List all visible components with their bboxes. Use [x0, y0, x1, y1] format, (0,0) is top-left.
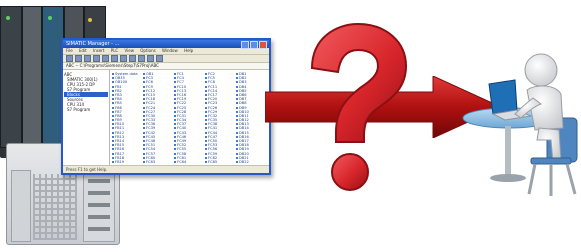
menu-item-plc[interactable]: PLC — [111, 48, 118, 53]
download-icon[interactable] — [120, 55, 127, 62]
status-bar: Press F1 to get Help. — [63, 165, 269, 173]
menu-bar: File Edit Insert PLC View Options Window… — [63, 48, 269, 55]
terminal-strip — [88, 227, 110, 231]
window-panes: ABC SIMATIC 300(1) CPU 315-2 DP S7 Program B… — [63, 70, 269, 165]
terminal-strip — [88, 179, 110, 183]
minimize-button[interactable] — [241, 41, 249, 49]
list-item[interactable]: DB22 — [236, 160, 267, 164]
copy-icon[interactable] — [102, 55, 109, 62]
save-icon[interactable] — [84, 55, 91, 62]
status-led — [6, 16, 10, 20]
help-icon[interactable] — [156, 55, 163, 62]
menu-item-edit[interactable]: Edit — [79, 48, 87, 53]
menu-item-window[interactable]: Window — [162, 48, 178, 53]
plc-side-panel — [11, 170, 31, 242]
window-controls — [241, 41, 267, 49]
view-icon[interactable] — [147, 55, 154, 62]
window-title-bar: SIMATIC Manager - ... — [63, 40, 269, 49]
menu-item-insert[interactable]: Insert — [93, 48, 104, 53]
desk-base — [490, 174, 526, 182]
rack-module — [22, 6, 42, 148]
new-icon[interactable] — [66, 55, 73, 62]
menu-item-options[interactable]: Options — [140, 48, 155, 53]
project-tree: ABC SIMATIC 300(1) CPU 315-2 DP S7 Program B… — [63, 70, 110, 165]
window-title: SIMATIC Manager - ... — [66, 41, 120, 47]
project-path-bar: ABC -- C:\Programs\Siemens\Step7\S7Proj\… — [63, 63, 269, 70]
simatic-manager-window: SIMATIC Manager - ... File Edit Insert P… — [61, 38, 271, 175]
list-item[interactable]: FC65 — [205, 160, 236, 164]
chair-seat — [530, 157, 572, 165]
block-list: System data OB1 FC1 FC2 DB1 OB35 FC3 FC4 FC5 DB2 O… — [110, 70, 269, 165]
plc-io-module — [83, 172, 115, 242]
tree-item[interactable]: S7 Program — [64, 107, 108, 112]
menu-item-help[interactable]: Help — [184, 48, 193, 53]
maximize-button[interactable] — [250, 41, 258, 49]
chair-legs — [527, 163, 577, 196]
online-icon[interactable] — [129, 55, 136, 62]
terminal-strip — [88, 191, 110, 195]
rack-module — [0, 6, 22, 148]
paste-icon[interactable] — [111, 55, 118, 62]
status-led — [88, 18, 92, 22]
toolbar — [63, 55, 269, 63]
menu-item-view[interactable]: View — [125, 48, 135, 53]
cut-icon[interactable] — [93, 55, 100, 62]
menu-item-file[interactable]: File — [66, 48, 73, 53]
close-button[interactable] — [259, 41, 267, 49]
open-icon[interactable] — [75, 55, 82, 62]
list-item[interactable]: FC64 — [174, 160, 205, 164]
terminal-strip — [88, 203, 110, 207]
plc-vent-grid — [33, 174, 77, 240]
desk-leg — [505, 126, 511, 176]
question-mark-icon — [310, 22, 408, 191]
list-item[interactable]: FC63 — [143, 160, 174, 164]
person-at-computer-image — [462, 53, 578, 196]
offline-icon[interactable] — [138, 55, 145, 62]
terminal-strip — [88, 215, 110, 219]
laptop-screen — [488, 79, 518, 115]
person-head — [524, 53, 558, 87]
list-item[interactable]: FB19 — [112, 160, 143, 164]
status-led — [48, 16, 52, 20]
